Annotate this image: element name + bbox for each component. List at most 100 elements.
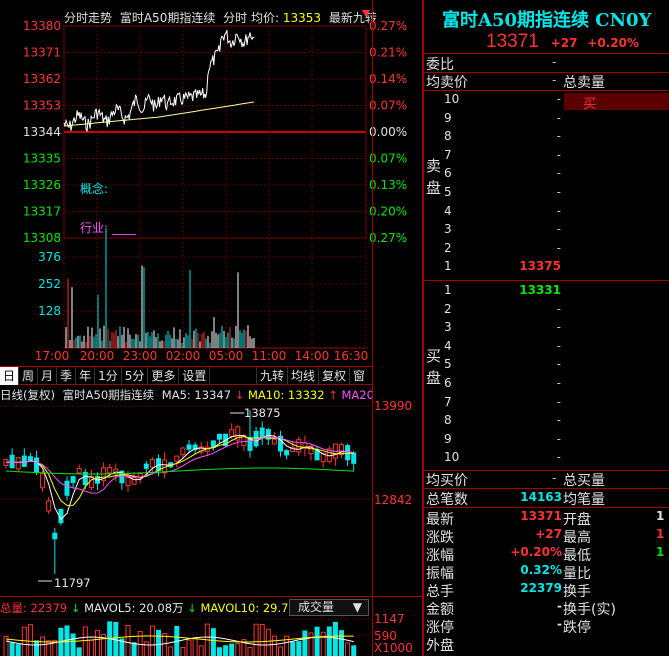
volume-axis-top: 1147 <box>374 612 405 626</box>
stat-value-2: 1 <box>656 545 665 559</box>
bid-row[interactable]: 9- <box>424 432 669 451</box>
bid-levels: 1 13331 2-3-4-5-6-7-8-9-10- <box>424 283 669 469</box>
intraday-panel[interactable]: 分时走势 富时A50期指连续 分时 均价: 13353 最新九转 13380 13… <box>0 0 422 366</box>
stat-key: 涨跌 <box>426 530 454 546</box>
ask-row[interactable]: 6- <box>424 166 669 185</box>
bid-row[interactable]: 6- <box>424 376 669 395</box>
volume-bar <box>253 623 259 656</box>
volume-bar <box>210 628 216 656</box>
ask-levels: 10-9-8-7-6-5-4-3-2-1 13375 <box>424 92 669 278</box>
stat-key: 涨幅 <box>426 548 454 564</box>
time-tick: 17:00 <box>35 349 70 363</box>
candle-body <box>34 457 39 473</box>
price-tick: 13326 <box>23 178 61 192</box>
vol-tick: 376 <box>38 250 61 264</box>
tab-6[interactable]: 5分 <box>122 367 149 385</box>
volume-bar <box>125 624 131 656</box>
tab-3[interactable]: 季 <box>57 367 77 385</box>
volume-bar <box>308 632 314 656</box>
volume-bar <box>186 639 192 656</box>
tool-tab-2[interactable]: 复权 <box>318 367 349 385</box>
concept-label: 概念: <box>80 182 109 196</box>
volume-axis-unit: X1000 <box>374 641 413 655</box>
bid-row[interactable]: 10 - <box>424 450 669 469</box>
bid-row[interactable]: 3- <box>424 320 669 339</box>
level-price: - <box>556 110 561 125</box>
tool-tab-0[interactable]: 九转 <box>256 367 287 385</box>
stat-key: 总手 <box>426 584 454 600</box>
volume-bar <box>95 629 100 656</box>
level-price: - <box>556 338 561 353</box>
candle-body <box>314 449 320 461</box>
ask-row[interactable]: 8- <box>424 129 669 148</box>
bid-row[interactable]: 7- <box>424 395 669 414</box>
level: 9 <box>444 431 452 446</box>
bid-row[interactable]: 4- <box>424 339 669 358</box>
tab-2[interactable]: 月 <box>38 367 58 385</box>
tab-1[interactable]: 周 <box>19 367 39 385</box>
tab-0[interactable]: 日 <box>0 367 20 385</box>
intraday-chart: 13380 13371 13362 13353 13344 13335 13326 13317… <box>23 19 407 363</box>
candle-body <box>259 427 265 438</box>
tab-8[interactable]: 设置 <box>179 367 211 385</box>
stat-row: 振幅 0.32% 量比 <box>424 563 669 582</box>
volume-panel[interactable]: 总量: 22379 ↓ MAVOL5: 20.08万 ↓ MAVOL10: 29… <box>0 596 422 656</box>
ask-row[interactable]: 7- <box>424 148 669 167</box>
avg-bid-label: 均买价 <box>426 473 468 489</box>
stat-key-2: 最高 <box>563 530 591 546</box>
level: 6 <box>444 166 452 181</box>
level-price: - <box>556 92 561 106</box>
volume-bar <box>137 630 143 656</box>
tool-tab-1[interactable]: 均线 <box>287 367 318 385</box>
volume-bar <box>168 646 174 656</box>
weibi-value: - <box>552 55 557 69</box>
quote-price: 13371 <box>486 31 539 52</box>
candle-body <box>15 457 21 470</box>
stat-row: 涨跌 +27 最高 1 <box>424 527 669 546</box>
volume-bar <box>229 643 235 656</box>
ask-row[interactable]: 10 - <box>424 92 669 111</box>
stat-key-2: 换手 <box>563 584 591 600</box>
ask-row[interactable]: 3- <box>424 222 669 241</box>
ask-row[interactable]: 4- <box>424 204 669 223</box>
bid-row[interactable]: 5- <box>424 357 669 376</box>
volume-bar <box>339 630 344 656</box>
candle-body <box>180 447 186 456</box>
candle-body <box>76 468 82 474</box>
volume-bar <box>326 626 332 656</box>
level-price: - <box>556 431 561 446</box>
volume-bar <box>296 641 302 656</box>
volume-bar <box>143 641 149 656</box>
avg-bid-row: 均买价 - 总买量 <box>424 470 669 489</box>
bid-row[interactable]: 2- <box>424 302 669 321</box>
kline-chart <box>0 405 372 582</box>
level: 1 <box>444 283 452 297</box>
candle-body <box>125 476 131 487</box>
stat-row: 涨幅 +0.20% 最低 1 <box>424 545 669 564</box>
total-trades-value: 14163 <box>520 490 562 504</box>
divider-avg-ask <box>424 90 669 91</box>
volume-bar <box>235 643 241 656</box>
candle-body <box>186 444 192 450</box>
ask-row[interactable]: 1 13375 <box>424 259 669 278</box>
volume-bar <box>162 633 168 656</box>
time-tick: 20:00 <box>80 349 115 363</box>
bid-row[interactable]: 8- <box>424 413 669 432</box>
level: 3 <box>444 320 452 335</box>
tab-7[interactable]: 更多 <box>148 367 180 385</box>
stat-key: 外盘 <box>426 638 454 654</box>
ask-row[interactable]: 2- <box>424 241 669 260</box>
stat-row: 总手 22379 换手 <box>424 581 669 600</box>
ask-row[interactable]: 5- <box>424 185 669 204</box>
tab-4[interactable]: 年 <box>76 367 96 385</box>
ask-row[interactable]: 9- <box>424 111 669 130</box>
tool-tab-3[interactable]: 窗 <box>349 367 368 385</box>
tab-5[interactable]: 1分 <box>95 367 122 385</box>
kline-panel[interactable]: 日线(复权) 富时A50期指连续 MA5: 13347 ↓ MA10: 1333… <box>0 386 422 596</box>
bid-row[interactable]: 1 13331 <box>424 283 669 302</box>
time-tick: 05:00 <box>209 349 244 363</box>
quote-change: +27 <box>550 36 578 50</box>
level: 5 <box>444 185 452 199</box>
volume-bar <box>320 631 326 656</box>
stats-table: 最新 13371 开盘 1 涨跌 +27 最高 1 涨幅 +0.20% 最低 1 振幅 0.32% 量比 总手… <box>424 509 669 656</box>
